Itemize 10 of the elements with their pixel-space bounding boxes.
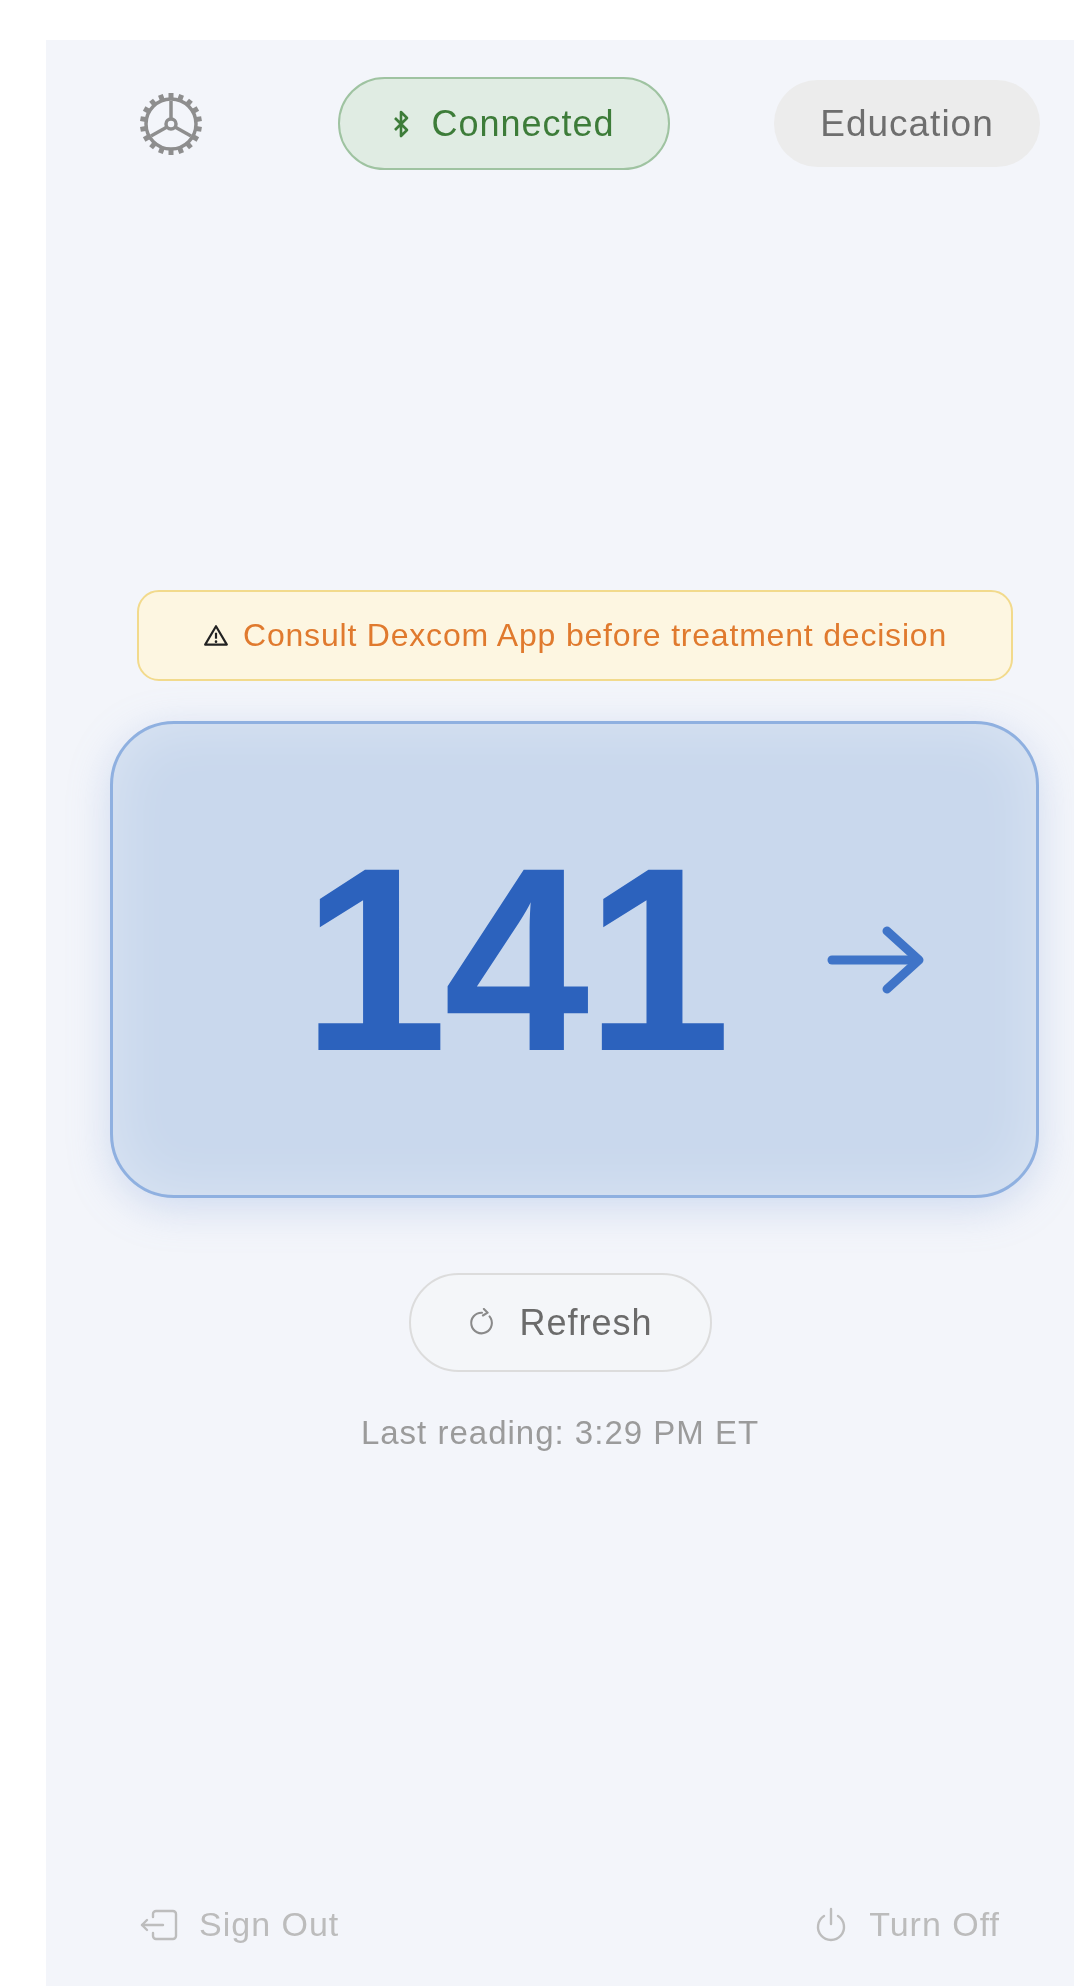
refresh-button[interactable]: Refresh <box>408 1273 712 1372</box>
glucose-value: 141 <box>301 828 728 1091</box>
sign-out-icon <box>139 1908 179 1941</box>
last-reading-text: Last reading: 3:29 PM ET <box>359 1414 761 1452</box>
warning-text: Consult Dexcom App before treatment decision <box>243 617 947 654</box>
connection-status-button[interactable]: Connected <box>338 77 670 170</box>
settings-icon[interactable] <box>139 91 203 156</box>
bluetooth-icon <box>393 109 410 138</box>
warning-icon <box>203 622 229 649</box>
education-button[interactable]: Education <box>774 80 1040 167</box>
